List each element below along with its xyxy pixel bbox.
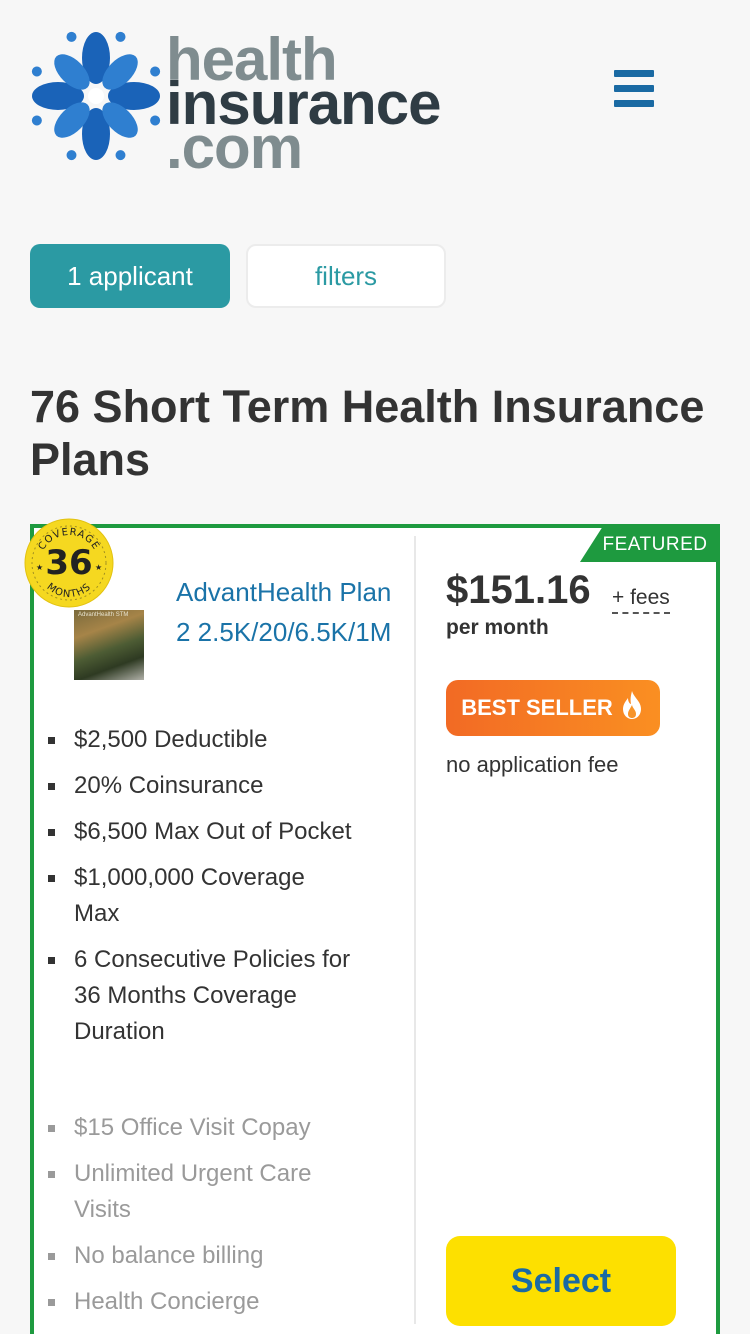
feature-item: $2,500 Deductible (48, 722, 398, 758)
extra-item: Health Concierge (48, 1284, 398, 1320)
best-seller-badge: BEST SELLER (446, 680, 660, 736)
feature-item: $1,000,000 Coverage Max (48, 860, 338, 932)
page-title: 76 Short Term Health Insurance Plans (30, 381, 705, 485)
extra-item: $15 Office Visit Copay (48, 1110, 398, 1146)
card-divider (414, 536, 416, 1324)
applicant-count-button[interactable]: 1 applicant (30, 244, 230, 308)
plan-name-link[interactable]: AdvantHealth Plan 2 2.5K/20/6.5K/1M (176, 572, 396, 652)
plan-thumbnail: AdvantHealth STM (74, 610, 144, 680)
site-header: health insurance .com (0, 0, 750, 200)
coverage-36-months-badge: COVERAGE 36 MONTHS ★ ★ (24, 518, 114, 608)
hamburger-menu-icon[interactable] (610, 70, 658, 114)
featured-ribbon: FEATURED (580, 528, 716, 562)
feature-item: 20% Coinsurance (48, 768, 398, 804)
feature-item: 6 Consecutive Policies for 36 Months Cov… (48, 942, 378, 1050)
logo-flower-icon[interactable] (28, 28, 164, 164)
plan-card: FEATURED AdvantHealth STM AdvantHealth P… (30, 524, 720, 1334)
application-fee-note: no application fee (446, 752, 619, 777)
logo-wordmark[interactable]: health insurance .com (166, 26, 441, 178)
plan-thumbnail-label: AdvantHealth STM (78, 612, 129, 618)
plan-features-list: $2,500 Deductible 20% Coinsurance $6,500… (48, 722, 398, 1060)
monthly-price: $151.16 (446, 568, 591, 612)
feature-item: $6,500 Max Out of Pocket (48, 814, 398, 850)
best-seller-label: BEST SELLER (461, 695, 613, 720)
logo-line-insurance: insurance (166, 70, 441, 137)
per-month-label: per month (446, 616, 549, 639)
extra-item: Unlimited Urgent Care Visits (48, 1156, 338, 1228)
plan-extras-list: $15 Office Visit Copay Unlimited Urgent … (48, 1110, 398, 1330)
fire-icon (619, 690, 645, 726)
fees-link[interactable]: + fees (612, 586, 670, 614)
extra-item: No balance billing (48, 1238, 398, 1274)
filters-button[interactable]: filters (246, 244, 446, 308)
logo-line-health: health (166, 26, 338, 93)
svg-text:★: ★ (36, 563, 43, 572)
select-plan-button[interactable]: Select (446, 1236, 676, 1326)
badge-number: 36 (45, 543, 92, 583)
svg-text:★: ★ (95, 563, 102, 572)
